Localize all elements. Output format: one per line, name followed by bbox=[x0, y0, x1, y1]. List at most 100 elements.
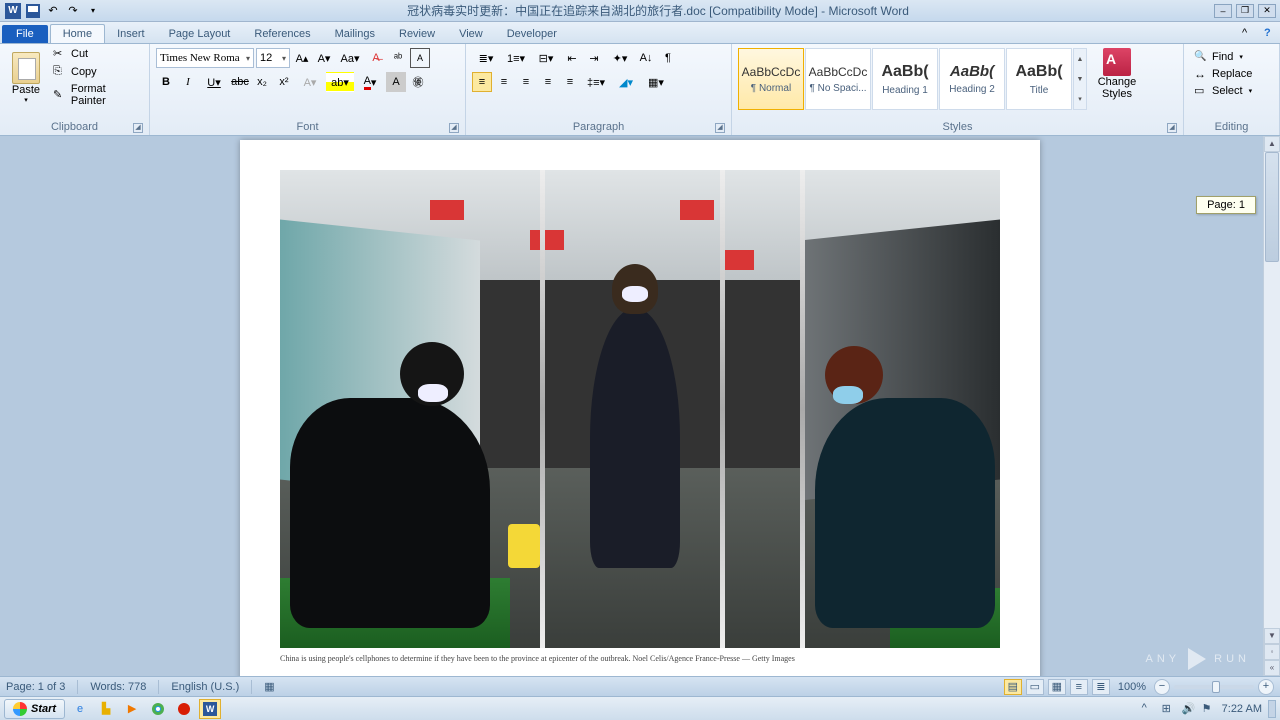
enclose-characters-button[interactable]: ㊝ bbox=[408, 72, 428, 92]
superscript-button[interactable]: x² bbox=[274, 72, 294, 92]
select-button[interactable]: Select▾ bbox=[1194, 84, 1252, 98]
style-title[interactable]: AaBb(Title bbox=[1006, 48, 1072, 110]
zoom-slider-knob[interactable] bbox=[1212, 681, 1220, 693]
phonetic-guide-button[interactable]: ᵃᵇ bbox=[388, 48, 408, 68]
align-left-button[interactable]: ≡ bbox=[472, 72, 492, 92]
tray-network-icon[interactable]: ⊞ bbox=[1162, 702, 1176, 716]
bullets-button[interactable]: ≣▾ bbox=[472, 48, 500, 68]
character-shading-button[interactable]: A bbox=[386, 72, 406, 92]
taskbar-chrome-icon[interactable] bbox=[147, 699, 169, 719]
tab-insert[interactable]: Insert bbox=[105, 25, 157, 43]
shading-button[interactable]: ◢▾ bbox=[612, 72, 640, 92]
web-layout-view-button[interactable]: ▦ bbox=[1048, 679, 1066, 695]
strikethrough-button[interactable]: abc bbox=[230, 72, 250, 92]
bold-button[interactable]: B bbox=[156, 72, 176, 92]
gallery-expand-icon[interactable]: ▾ bbox=[1074, 89, 1086, 109]
full-screen-view-button[interactable]: ▭ bbox=[1026, 679, 1044, 695]
tab-home[interactable]: Home bbox=[50, 24, 105, 43]
taskbar-opera-icon[interactable] bbox=[173, 699, 195, 719]
sort-button[interactable]: A↓ bbox=[636, 48, 656, 68]
tray-expand-icon[interactable]: ^ bbox=[1142, 702, 1156, 716]
status-page[interactable]: Page: 1 of 3 bbox=[6, 681, 65, 693]
asian-layout-button[interactable]: ✦▾ bbox=[606, 48, 634, 68]
browse-object-icon[interactable]: ◦ bbox=[1264, 644, 1280, 660]
zoom-level[interactable]: 100% bbox=[1118, 681, 1146, 693]
close-button[interactable]: ✕ bbox=[1258, 4, 1276, 18]
scroll-down-icon[interactable]: ▼ bbox=[1264, 628, 1280, 644]
document-page[interactable]: China is using people's cellphones to de… bbox=[240, 140, 1040, 692]
taskbar-explorer-icon[interactable]: ▙ bbox=[95, 699, 117, 719]
grow-font-button[interactable]: A▴ bbox=[292, 48, 312, 68]
copy-button[interactable]: Copy bbox=[51, 64, 145, 80]
font-launcher-icon[interactable]: ◢ bbox=[449, 123, 459, 133]
numbering-button[interactable]: 1≡▾ bbox=[502, 48, 530, 68]
tab-mailings[interactable]: Mailings bbox=[323, 25, 387, 43]
minimize-ribbon-icon[interactable]: ^ bbox=[1242, 27, 1258, 43]
font-name-combo[interactable]: Times New Roma▾ bbox=[156, 48, 254, 68]
help-icon[interactable]: ? bbox=[1264, 27, 1280, 43]
align-right-button[interactable]: ≡ bbox=[516, 72, 536, 92]
vertical-scrollbar[interactable]: ▲ ▼ ◦ « » bbox=[1263, 136, 1280, 692]
style-normal[interactable]: AaBbCcDc¶ Normal bbox=[738, 48, 804, 110]
find-button[interactable]: Find▾ bbox=[1194, 50, 1252, 64]
clear-formatting-button[interactable]: A̶ bbox=[366, 48, 386, 68]
tab-references[interactable]: References bbox=[242, 25, 322, 43]
line-spacing-button[interactable]: ‡≡▾ bbox=[582, 72, 610, 92]
tray-flag-icon[interactable]: ⚑ bbox=[1202, 702, 1216, 716]
cut-button[interactable]: Cut bbox=[51, 46, 145, 62]
character-border-button[interactable]: A bbox=[410, 48, 430, 68]
text-effects-button[interactable]: A▾ bbox=[296, 72, 324, 92]
taskbar-ie-icon[interactable]: e bbox=[69, 699, 91, 719]
increase-indent-button[interactable]: ⇥ bbox=[584, 48, 604, 68]
format-painter-button[interactable]: Format Painter bbox=[51, 82, 145, 108]
show-marks-button[interactable]: ¶ bbox=[658, 48, 678, 68]
align-center-button[interactable]: ≡ bbox=[494, 72, 514, 92]
clipboard-launcher-icon[interactable]: ◢ bbox=[133, 123, 143, 133]
redo-icon[interactable]: ↷ bbox=[64, 2, 82, 20]
styles-gallery-more[interactable]: ▲▼▾ bbox=[1073, 48, 1087, 110]
tab-page-layout[interactable]: Page Layout bbox=[157, 25, 243, 43]
taskbar-word-icon[interactable]: W bbox=[199, 699, 221, 719]
show-desktop-button[interactable] bbox=[1268, 700, 1276, 718]
paragraph-launcher-icon[interactable]: ◢ bbox=[715, 123, 725, 133]
font-size-combo[interactable]: 12▾ bbox=[256, 48, 290, 68]
underline-button[interactable]: U▾ bbox=[200, 72, 228, 92]
scroll-track[interactable] bbox=[1264, 152, 1280, 628]
status-language[interactable]: English (U.S.) bbox=[171, 681, 239, 693]
start-button[interactable]: Start bbox=[4, 699, 65, 719]
gallery-down-icon[interactable]: ▼ bbox=[1074, 69, 1086, 89]
distributed-button[interactable]: ≡ bbox=[560, 72, 580, 92]
paste-button[interactable]: Paste ▾ bbox=[8, 46, 44, 110]
style-heading-1[interactable]: AaBb(Heading 1 bbox=[872, 48, 938, 110]
zoom-in-button[interactable]: + bbox=[1258, 679, 1274, 695]
tab-view[interactable]: View bbox=[447, 25, 495, 43]
minimize-button[interactable]: ‒ bbox=[1214, 4, 1232, 18]
restore-button[interactable]: ❐ bbox=[1236, 4, 1254, 18]
zoom-slider[interactable] bbox=[1174, 685, 1254, 689]
gallery-up-icon[interactable]: ▲ bbox=[1074, 49, 1086, 69]
status-macro-icon[interactable]: ▦ bbox=[264, 680, 274, 693]
tray-clock[interactable]: 7:22 AM bbox=[1222, 703, 1262, 715]
multilevel-list-button[interactable]: ⊟▾ bbox=[532, 48, 560, 68]
scroll-thumb[interactable] bbox=[1265, 152, 1279, 262]
styles-launcher-icon[interactable]: ◢ bbox=[1167, 123, 1177, 133]
change-styles-button[interactable]: Change Styles bbox=[1089, 46, 1145, 102]
print-layout-view-button[interactable]: ▤ bbox=[1004, 679, 1022, 695]
change-case-button[interactable]: Aa▾ bbox=[336, 48, 364, 68]
word-app-icon[interactable]: W bbox=[4, 2, 22, 20]
borders-button[interactable]: ▦▾ bbox=[642, 72, 670, 92]
qat-customize-icon[interactable]: ▾ bbox=[84, 2, 102, 20]
prev-page-icon[interactable]: « bbox=[1264, 660, 1280, 676]
status-words[interactable]: Words: 778 bbox=[90, 681, 146, 693]
style-no-spacing[interactable]: AaBbCcDc¶ No Spaci... bbox=[805, 48, 871, 110]
subscript-button[interactable]: x₂ bbox=[252, 72, 272, 92]
replace-button[interactable]: Replace bbox=[1194, 67, 1252, 81]
undo-icon[interactable]: ↶ bbox=[44, 2, 62, 20]
decrease-indent-button[interactable]: ⇤ bbox=[562, 48, 582, 68]
taskbar-media-icon[interactable]: ▶ bbox=[121, 699, 143, 719]
embedded-image[interactable] bbox=[280, 170, 1000, 648]
scroll-up-icon[interactable]: ▲ bbox=[1264, 136, 1280, 152]
tab-review[interactable]: Review bbox=[387, 25, 447, 43]
tab-developer[interactable]: Developer bbox=[495, 25, 569, 43]
outline-view-button[interactable]: ≡ bbox=[1070, 679, 1088, 695]
